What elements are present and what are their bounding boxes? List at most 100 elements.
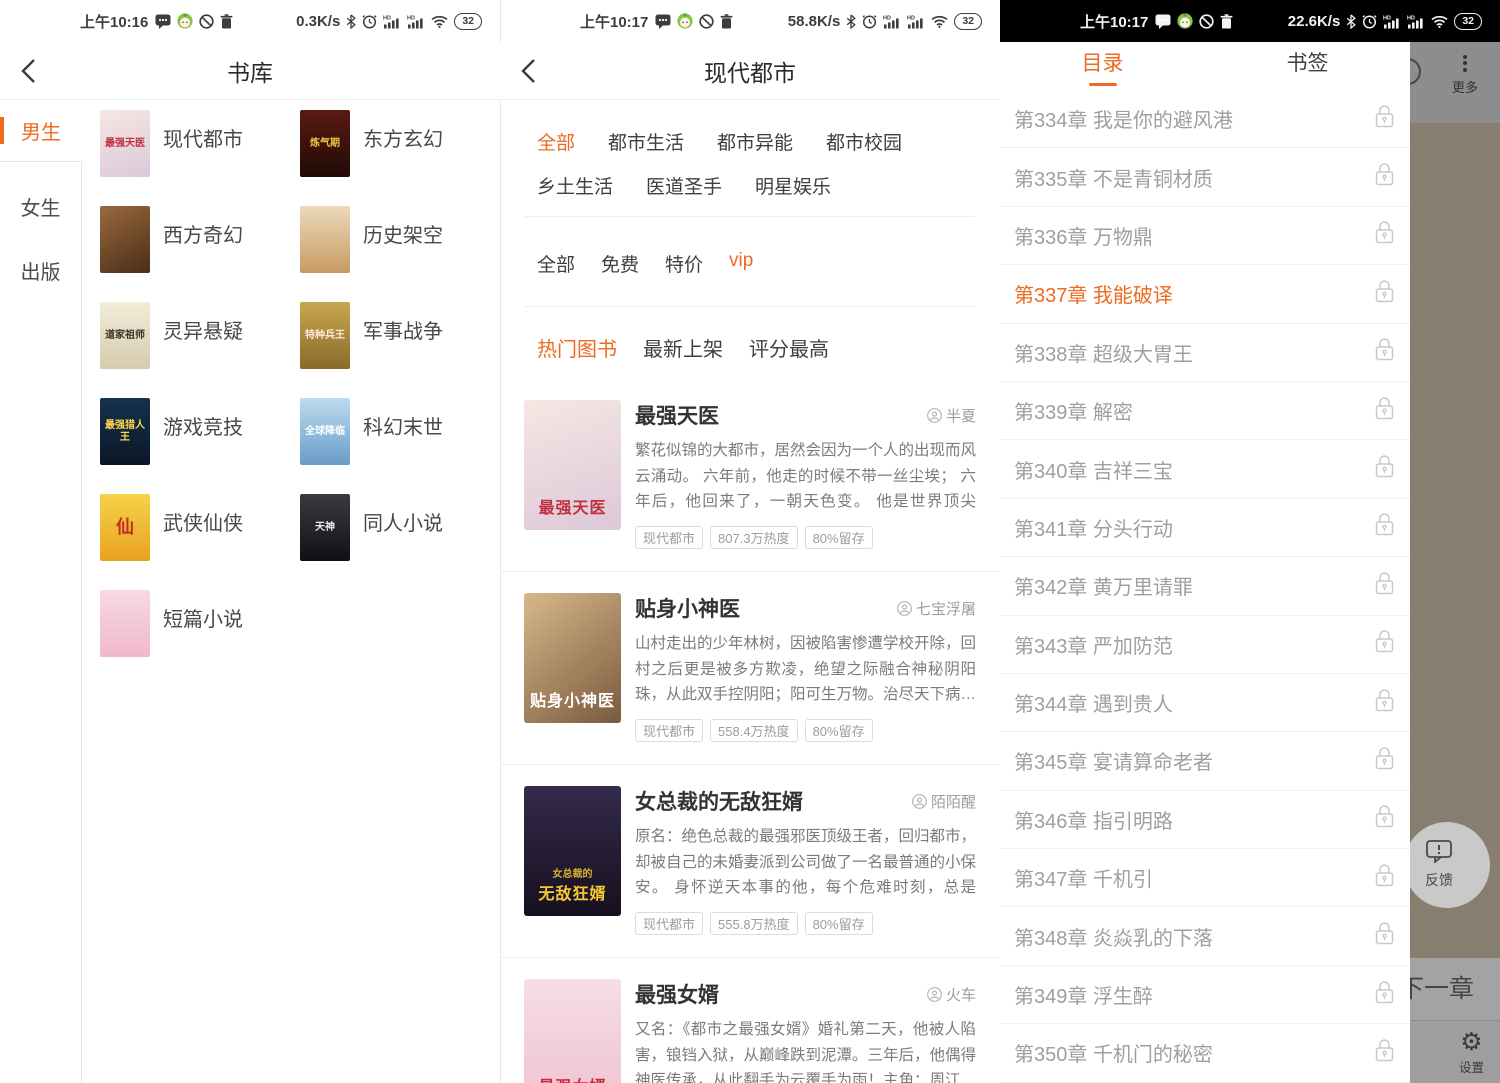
network-speed: 58.8K/s (788, 13, 841, 30)
trash-icon (220, 14, 233, 29)
block-mode-icon (1199, 14, 1214, 29)
chapter-list-item[interactable]: 第346章 指引明路 (1000, 791, 1410, 849)
book-cover-title-text: 贴身小神医 (530, 687, 615, 711)
feedback-floating-button[interactable]: 反馈 (1404, 822, 1490, 908)
book-cover-image: 女总裁的 无敌狂婿 (524, 786, 621, 916)
book-author: 半夏 (927, 405, 976, 426)
price-filter-vip[interactable]: vip (729, 250, 753, 277)
chapter-list-item[interactable]: 第336章 万物鼎 (1000, 207, 1410, 265)
category-item[interactable]: 特种兵王 军事战争 (300, 302, 500, 398)
chapter-list-item[interactable]: 第338章 超级大胃王 (1000, 324, 1410, 382)
settings-button[interactable]: ⚙ 设置 (1459, 1029, 1484, 1076)
chapter-title: 第336章 万物鼎 (1014, 221, 1373, 250)
category-label: 历史架空 (363, 219, 443, 248)
lock-icon (1373, 219, 1396, 251)
lock-icon (1373, 687, 1396, 719)
active-tab-underline (1294, 83, 1322, 86)
category-label: 现代都市 (163, 123, 243, 152)
settings-label: 设置 (1459, 1057, 1484, 1076)
sidebar-rest: 女生 出版 (0, 161, 82, 1083)
chapter-list-item[interactable]: 第350章 千机门的秘密 (1000, 1024, 1410, 1082)
price-filter-discount[interactable]: 特价 (665, 250, 703, 277)
book-list-item[interactable]: 最强女婿 最强女婿 火车 又名：《都市之最强女婿》婚礼第二天，他被人陷害，锒铛入… (500, 958, 1000, 1083)
category-item[interactable]: 西方奇幻 (100, 206, 300, 302)
drawer-tab[interactable]: 书签 (1205, 42, 1410, 90)
chapter-list-item[interactable]: 第341章 分头行动 (1000, 499, 1410, 557)
sort-tab-rating[interactable]: 评分最高 (749, 333, 829, 362)
price-filter-all[interactable]: 全部 (537, 250, 575, 277)
genre-filter-rural[interactable]: 乡土生活 (537, 172, 613, 199)
genre-filter-all[interactable]: 全部 (537, 128, 575, 155)
category-item[interactable]: 全球降临 科幻末世 (300, 398, 500, 494)
genre-filter-medical[interactable]: 医道圣手 (646, 172, 722, 199)
chapter-list-item[interactable]: 第347章 千机引 (1000, 849, 1410, 907)
book-cover-title-text: 最强天医 (538, 494, 606, 518)
category-label: 西方奇幻 (163, 219, 243, 248)
book-author: 火车 (927, 984, 976, 1005)
sidebar-item-female[interactable]: 女生 (0, 174, 81, 238)
chapter-list-item[interactable]: 第337章 我能破译 (1000, 265, 1410, 323)
chapter-list-item[interactable]: 第348章 炎焱乳的下落 (1000, 907, 1410, 965)
more-button[interactable]: 更多 (1452, 52, 1478, 96)
chapter-list-item[interactable]: 第335章 不是青铜材质 (1000, 148, 1410, 206)
price-filter-free[interactable]: 免费 (601, 250, 639, 277)
clock-time: 上午10:17 (1080, 11, 1148, 32)
chat-bubble-icon (1155, 14, 1171, 29)
category-label: 游戏竞技 (163, 411, 243, 440)
chapter-list-item[interactable]: 第343章 严加防范 (1000, 616, 1410, 674)
book-list-item[interactable]: 女总裁的 无敌狂婿 女总裁的无敌狂婿 陌陌醒 原名：绝色总裁的最强邪医顶级王者，… (500, 765, 1000, 958)
chapter-list-item[interactable]: 第342章 黄万里请罪 (1000, 557, 1410, 615)
category-item[interactable]: 仙 武侠仙侠 (100, 494, 300, 590)
status-bar-reader: 上午10:17 22.6K/s HD HD 32 (1000, 0, 1500, 42)
book-title: 最强天医 (635, 400, 927, 430)
chapter-list-item[interactable]: 第344章 遇到贵人 (1000, 674, 1410, 732)
author-person-icon (912, 794, 927, 809)
sidebar-item-male[interactable]: 男生 (0, 117, 82, 144)
genre-filter-celebrity[interactable]: 明星娱乐 (755, 172, 831, 199)
book-description: 繁花似锦的大都市，居然会因为一个人的出现而风云涌动。 六年前，他走的时候不带一丝… (635, 438, 976, 515)
drawer-tab[interactable]: 目录 (1000, 42, 1205, 90)
alarm-clock-icon (862, 14, 877, 29)
sort-tab-newest[interactable]: 最新上架 (643, 333, 723, 362)
sort-tab-hot[interactable]: 热门图书 (537, 333, 617, 362)
category-item[interactable]: 炼气期 东方玄幻 (300, 110, 500, 206)
chapter-title: 第347章 千机引 (1014, 863, 1373, 892)
back-button[interactable] (514, 56, 544, 86)
category-item[interactable]: 历史架空 (300, 206, 500, 302)
chapter-list-item[interactable]: 第340章 吉祥三宝 (1000, 440, 1410, 498)
book-tag-popularity: 558.4万热度 (710, 719, 798, 742)
chapter-list-item[interactable]: 第345章 宴请算命老者 (1000, 732, 1410, 790)
chapter-title: 第344章 遇到贵人 (1014, 688, 1373, 717)
chapter-list-item[interactable]: 第349章 浮生醉 (1000, 966, 1410, 1024)
category-cover-image: 道家祖师 (100, 302, 150, 369)
book-list-item[interactable]: 贴身小神医 贴身小神医 七宝浮屠 山村走出的少年林树，因被陷害惨遭学校开除，回村… (500, 572, 1000, 765)
category-item[interactable]: 短篇小说 (100, 590, 300, 686)
genre-filter-block: 全部 都市生活 都市异能 都市校园 乡土生活 医道圣手 明星娱乐 (500, 100, 1000, 199)
chapter-list: 第334章 我是你的避风港 第335章 不是青铜材质 第336章 万物鼎 第33… (1000, 90, 1410, 1083)
genre-filter-city-campus[interactable]: 都市校园 (826, 128, 902, 155)
lock-icon (1373, 628, 1396, 660)
category-cover-image: 最强天医 (100, 110, 150, 177)
category-label: 科幻末世 (363, 411, 443, 440)
category-cover-image (300, 206, 350, 273)
status-bar-category: 上午10:17 58.8K/s HD HD 32 (500, 0, 1000, 42)
avatar-emoji-icon (677, 13, 693, 29)
category-item[interactable]: 最强天医 现代都市 (100, 110, 300, 206)
category-item[interactable]: 道家祖师 灵异悬疑 (100, 302, 300, 398)
chapter-list-item[interactable]: 第339章 解密 (1000, 382, 1410, 440)
book-tag-retention: 80%留存 (805, 719, 873, 742)
book-description: 又名：《都市之最强女婿》婚礼第二天，他被人陷害，锒铛入狱，从巅峰跌到泥潭。三年后… (635, 1017, 976, 1083)
category-item[interactable]: 最强猎人王 游戏竞技 (100, 398, 300, 494)
chapter-list-item[interactable]: 第334章 我是你的避风港 (1000, 90, 1410, 148)
book-list-item[interactable]: 最强天医 最强天医 半夏 繁花似锦的大都市，居然会因为一个人的出现而风云涌动。 … (500, 379, 1000, 572)
genre-filter-city-power[interactable]: 都市异能 (717, 128, 793, 155)
lock-icon (1373, 511, 1396, 543)
next-chapter-button[interactable]: 下一章 (1399, 958, 1474, 1020)
category-item[interactable]: 天神 同人小说 (300, 494, 500, 590)
category-panel: 上午10:17 58.8K/s HD HD 32 现代都市 全部 都市生活 都市… (500, 0, 1000, 1083)
genre-filter-city-life[interactable]: 都市生活 (608, 128, 684, 155)
book-tag-popularity: 555.8万热度 (710, 912, 798, 935)
chapter-title: 第339章 解密 (1014, 396, 1373, 425)
back-button[interactable] (14, 56, 44, 86)
sidebar-item-published[interactable]: 出版 (0, 238, 81, 302)
